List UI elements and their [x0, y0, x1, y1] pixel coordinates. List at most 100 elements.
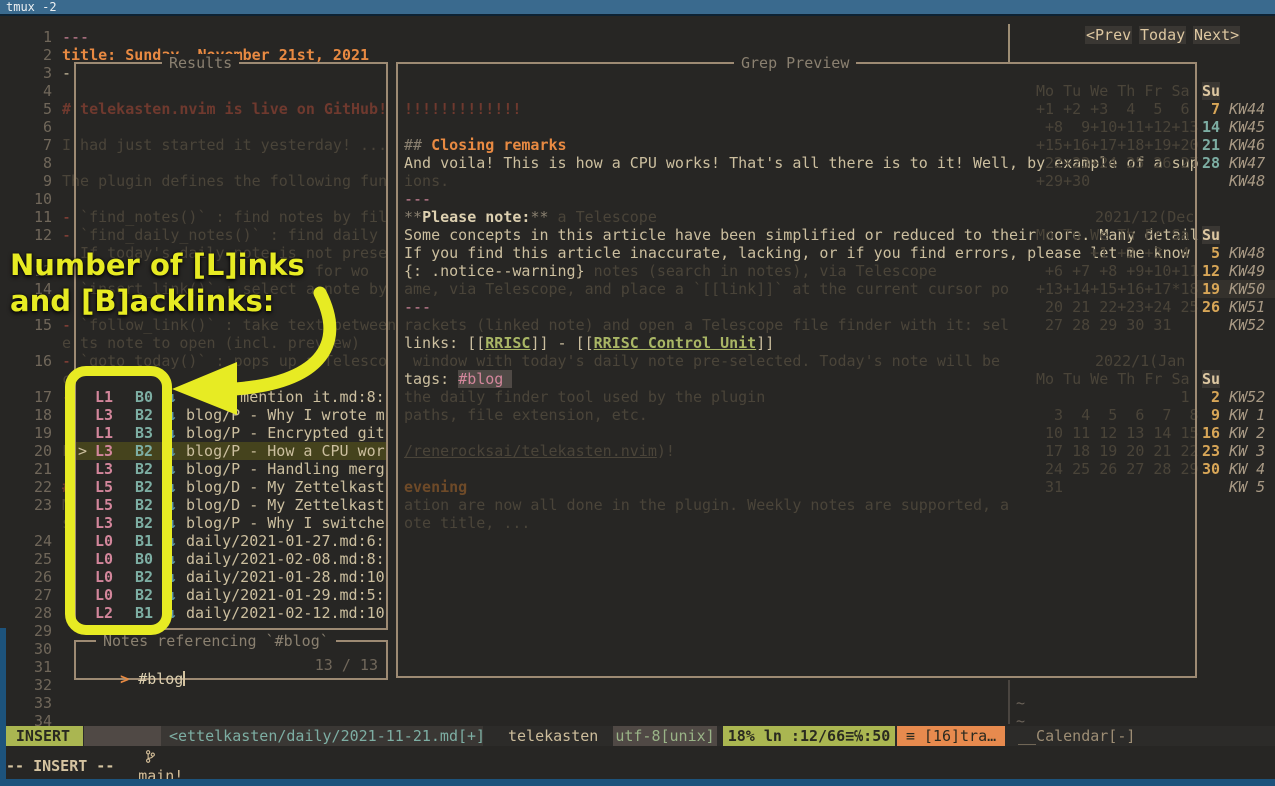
window-separator-top: [1008, 24, 1010, 62]
annotation-line-2: and [B]acklinks:: [10, 284, 274, 318]
down-arrow-icon: ↓: [168, 550, 177, 568]
text-run: KW47: [1220, 154, 1265, 172]
text-row: 14 KW45: [0, 118, 1275, 136]
statusline: INSERT main! <ettelkasten/daily/2021-11-…: [0, 726, 1275, 746]
result-row[interactable]: L0B2↓daily/2021-01-28.md:10: [0, 568, 1275, 586]
text-run: KW46: [1220, 136, 1265, 154]
result-row[interactable]: sL3B2↓blog/P - Why I switche: [0, 514, 1275, 532]
down-arrow-icon: ↓: [168, 568, 177, 586]
text-row: 30: [0, 640, 1275, 658]
text-row: 3-: [0, 64, 1275, 82]
down-arrow-icon: ↓: [168, 406, 177, 424]
buffer-margin-char: F: [62, 442, 71, 460]
calendar-next-button[interactable]: Next>: [1193, 26, 1240, 44]
text-run: ---: [404, 190, 431, 208]
links-count-badge: L5: [95, 496, 113, 514]
window-separator-bottom: [1008, 680, 1010, 724]
down-arrow-icon: ↓: [168, 604, 177, 622]
result-row[interactable]: L1B3↓blog/P - Encrypted git: [0, 424, 1275, 442]
prompt-input[interactable]: > #blog: [84, 652, 185, 706]
text-run: [1202, 316, 1220, 334]
buffer-margin-char: M: [62, 496, 71, 514]
tmux-titlebar: tmux -2: [0, 0, 1275, 16]
command-line-mode: -- INSERT --: [6, 757, 114, 775]
text-run: Su: [1202, 370, 1220, 388]
terminal-window: tmux -2 1---2title: Sunday, November 21s…: [0, 0, 1275, 786]
line-number: 1: [24, 28, 52, 46]
result-row[interactable]: #L5B2↓blog/D - My Zettelkast: [0, 478, 1275, 496]
line-number: 3: [24, 64, 52, 82]
result-row[interactable]: L0B0↓daily/2021-02-08.md:8:: [0, 550, 1275, 568]
text-run: title: Sunday, November 21st, 2021: [62, 46, 369, 64]
result-label: blog/D - My Zettelkast: [186, 496, 385, 514]
result-row[interactable]: -L1B0↓ i mention it.md:8:: [0, 388, 1275, 406]
text-run: KW50: [1220, 280, 1265, 298]
text-run: KW48: [1220, 244, 1265, 262]
tabs-segment[interactable]: ≡ [16]tra…: [897, 726, 1005, 746]
text-run: ]]: [756, 334, 774, 352]
backlinks-count-badge: B0: [135, 550, 153, 568]
text-row: 2022/1(Jan: [0, 352, 1275, 370]
prompt-char: >: [120, 670, 129, 688]
text-row: 31: [0, 658, 1275, 676]
result-label: daily/2021-01-29.md:5:: [186, 586, 385, 604]
frame-left: [0, 628, 6, 786]
links-count-badge: L1: [95, 388, 113, 406]
calendar-prev-button[interactable]: <Prev: [1085, 26, 1132, 44]
buffer-margin-char: -: [62, 388, 71, 406]
annotation-line-1: Number of [L]inks: [10, 248, 305, 282]
down-arrow-icon: ↓: [168, 460, 177, 478]
text-row: KW48: [0, 172, 1275, 190]
text-run: 14: [1202, 118, 1220, 136]
git-branch-segment: main!: [84, 726, 161, 746]
links-count-badge: L0: [95, 550, 113, 568]
down-arrow-icon: ↓: [168, 514, 177, 532]
result-row[interactable]: L0B2↓daily/2021-01-29.md:5:: [0, 586, 1275, 604]
encoding-segment: utf-8[unix]: [613, 726, 717, 746]
result-row[interactable]: L2B1↓daily/2021-02-12.md:10: [0, 604, 1275, 622]
line-number: 29: [24, 622, 52, 640]
text-run: 2021/12(Dec: [1095, 208, 1194, 226]
result-row[interactable]: L0B1↓daily/2021-01-27.md:6:: [0, 532, 1275, 550]
result-row[interactable]: ML5B2↓blog/D - My Zettelkast: [0, 496, 1275, 514]
calendar-window-label[interactable]: __Calendar[-]: [1018, 726, 1158, 746]
line-number: 32: [24, 676, 52, 694]
text-row: 21 KW46: [0, 136, 1275, 154]
text-run: RRISC: [485, 334, 530, 352]
text-run: 19: [1202, 280, 1220, 298]
calendar-today-button[interactable]: Today: [1139, 26, 1186, 44]
text-row: ~: [0, 694, 1275, 712]
text-row: 29: [0, 622, 1275, 640]
prompt-query: #blog: [138, 670, 183, 688]
text-run: 21: [1202, 136, 1220, 154]
result-label: blog/P - Handling merg: [186, 460, 385, 478]
text-run: KW48: [1220, 172, 1265, 190]
text-run: [1202, 172, 1220, 190]
selection-caret: >: [78, 442, 87, 460]
text-run: Su: [1202, 226, 1220, 244]
down-arrow-icon: ↓: [168, 532, 177, 550]
down-arrow-icon: ↓: [168, 478, 177, 496]
backlinks-count-badge: B2: [135, 514, 153, 532]
buffer-name: telekasten: [508, 726, 612, 746]
backlinks-count-badge: B2: [135, 586, 153, 604]
text-row: ---: [0, 190, 1275, 208]
mode-indicator: INSERT: [3, 726, 83, 746]
result-row[interactable]: L3B2↓blog/P - Why I wrote m: [0, 406, 1275, 424]
text-run: links: [[: [404, 334, 485, 352]
result-row[interactable]: F>L3B2↓blog/P - How a CPU wor: [0, 442, 1275, 460]
text-run: 2022/1(Jan: [1095, 352, 1185, 370]
text-run: KW45: [1220, 118, 1265, 136]
down-arrow-icon: ↓: [168, 496, 177, 514]
down-arrow-icon: ↓: [168, 586, 177, 604]
links-count-badge: L3: [95, 514, 113, 532]
text-run: 5: [1202, 244, 1220, 262]
text-row: Su: [0, 226, 1275, 244]
text-run: 7: [1202, 100, 1220, 118]
position-segment: 18% ln :12/66≡℅:50: [723, 726, 895, 746]
links-count-badge: L0: [95, 532, 113, 550]
text-row: Su: [0, 82, 1275, 100]
window-title: tmux -2: [6, 0, 57, 14]
result-label: daily/2021-02-12.md:10: [186, 604, 385, 622]
result-row[interactable]: L3B2↓blog/P - Handling merg: [0, 460, 1275, 478]
